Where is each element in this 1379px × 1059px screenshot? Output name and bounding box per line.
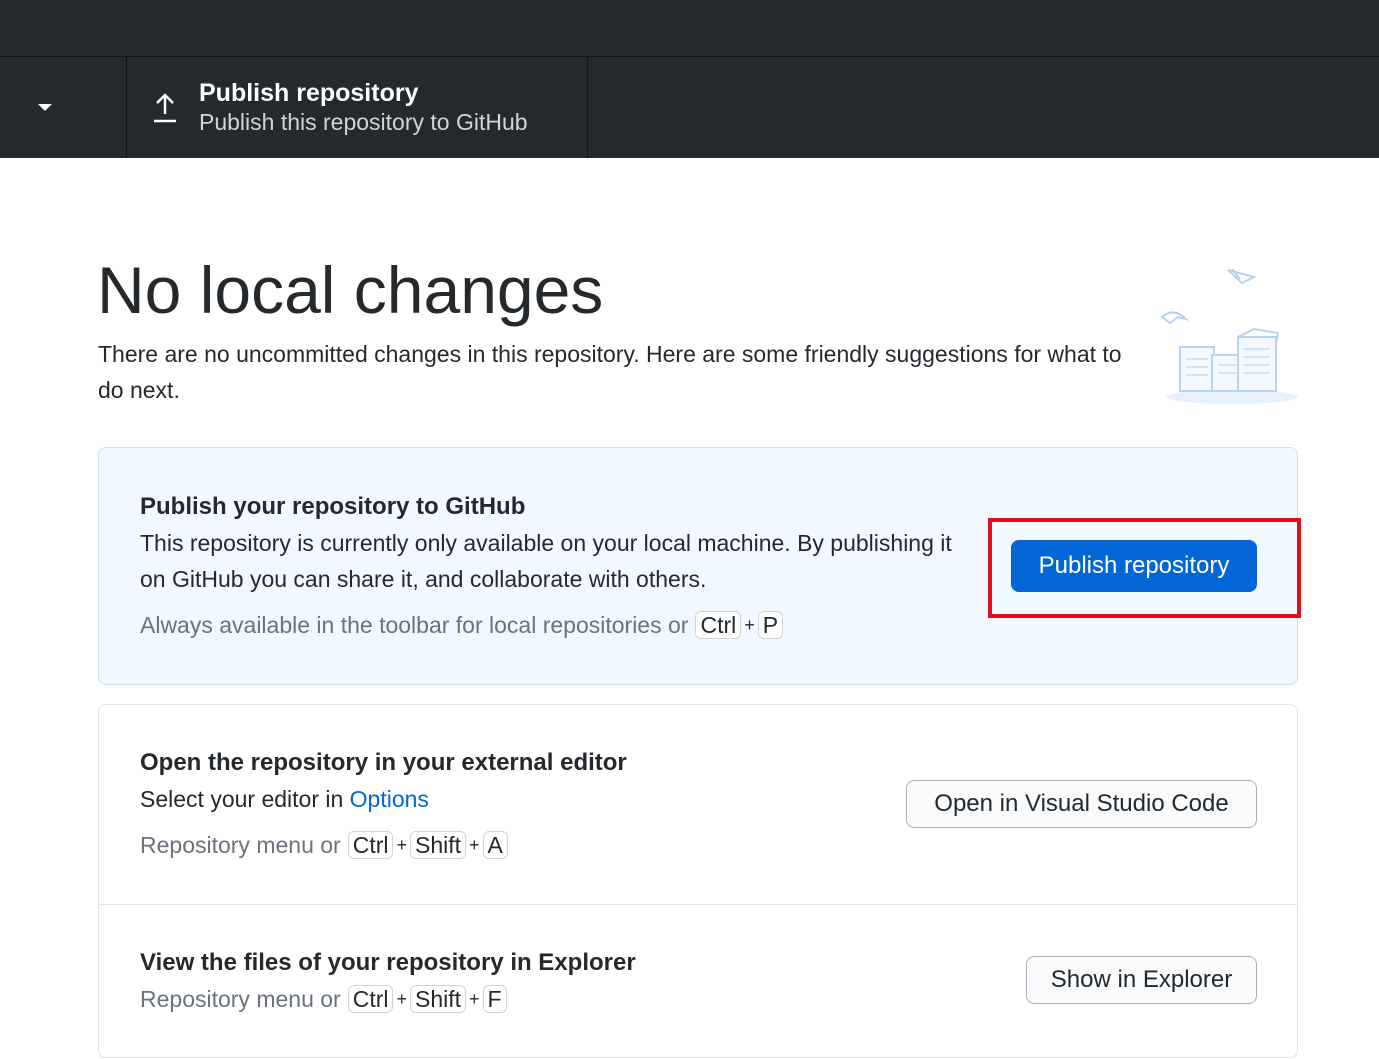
shortcut-key: F [482,985,507,1013]
suggestions-card: Open the repository in your external edi… [98,704,1298,1058]
editor-hint-text: Repository menu or [140,832,341,858]
explorer-card-title: View the files of your repository in Exp… [140,949,636,976]
repository-dropdown-button[interactable] [0,57,127,158]
shortcut-plus: + [396,989,407,1009]
shortcut-key: Ctrl [347,831,394,859]
toolbar: Publish repository Publish this reposito… [0,57,1379,158]
intro-text: There are no uncommitted changes in this… [98,341,1122,403]
toolbar-publish-repository-button[interactable]: Publish repository Publish this reposito… [127,57,588,158]
shortcut-key: Ctrl [347,985,394,1013]
publish-card-title: Publish your repository to GitHub [140,493,526,520]
page-title: No local changes [97,253,604,327]
show-in-explorer-button[interactable]: Show in Explorer [1026,956,1257,1004]
editor-description-text: Select your editor in [140,786,344,812]
publish-repository-button[interactable]: Publish repository [1011,540,1257,592]
title-bar [0,0,1379,57]
open-in-vscode-button[interactable]: Open in Visual Studio Code [906,780,1257,828]
publish-hint-text: Always available in the toolbar for loca… [140,612,689,638]
shortcut-plus: + [744,615,755,635]
shortcut-key: Ctrl [695,611,742,639]
toolbar-publish-title: Publish repository [199,78,419,107]
empty-state-illustration [1150,255,1305,410]
shortcut-plus: + [396,835,407,855]
editor-card-title: Open the repository in your external edi… [140,749,627,776]
shortcut-key: A [482,831,508,859]
editor-card-description: Select your editor in Options [140,781,960,817]
shortcut-key: Shift [410,985,467,1013]
shortcut-key: P [757,611,784,639]
caret-down-icon [38,104,52,111]
shortcut-plus: + [469,989,480,1009]
explorer-card-hint: Repository menu or Ctrl + Shift + F [140,984,508,1014]
explorer-hint-text: Repository menu or [140,986,341,1012]
shortcut-plus: + [469,835,480,855]
publish-card-description: This repository is currently only availa… [140,530,952,592]
editor-card-hint: Repository menu or Ctrl + Shift + A [140,830,509,860]
shortcut-key: Shift [410,831,467,859]
upload-icon [151,88,179,128]
options-link[interactable]: Options [350,786,429,812]
toolbar-publish-subtitle: Publish this repository to GitHub [199,108,528,135]
publish-card-hint: Always available in the toolbar for loca… [140,610,784,640]
